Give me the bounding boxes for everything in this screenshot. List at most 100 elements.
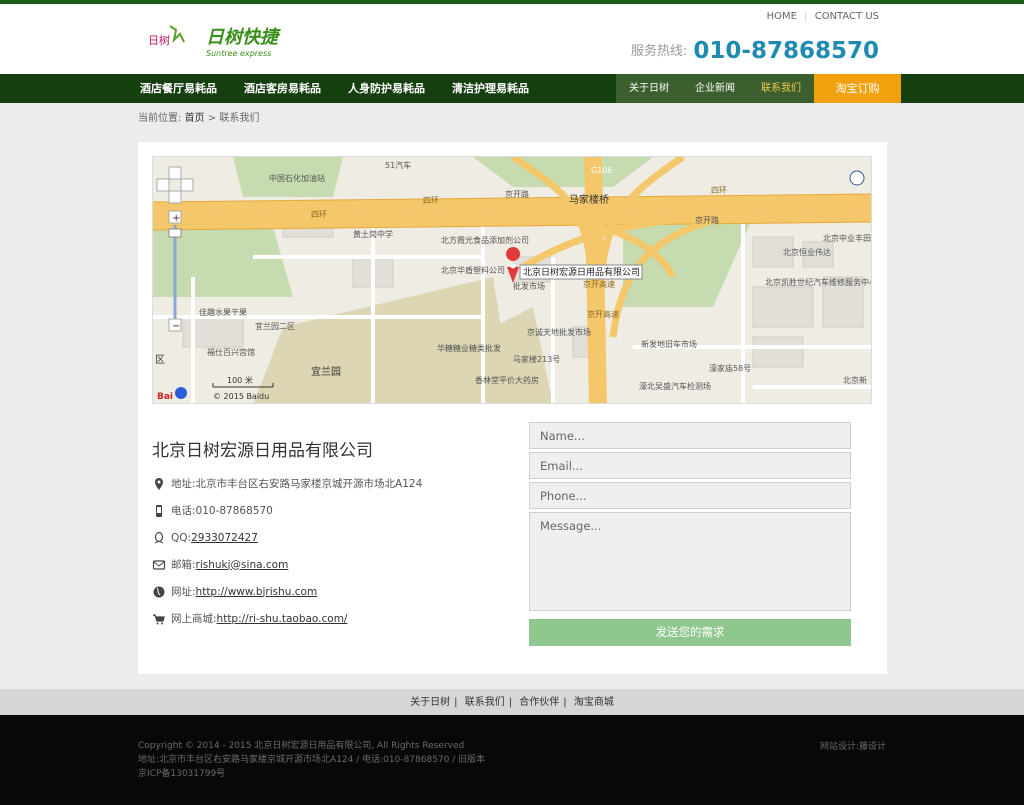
svg-text:+: + (172, 213, 180, 224)
qq-link[interactable]: 2933072427 (191, 532, 258, 544)
map-label: 佳趣水果干果 (199, 307, 247, 317)
phone-row: 电话:010-87868570 (152, 497, 512, 524)
map-label: 四环 (423, 196, 439, 205)
map-marker-label: 北京日树宏源日用品有限公司 (523, 266, 640, 278)
header: 日树 日树快捷 Suntree express HOME | CONTACT U… (0, 4, 1024, 74)
phone-text: 电话:010-87868570 (171, 505, 273, 517)
footer-link-about[interactable]: 关于日树 (410, 697, 450, 708)
top-link-contact[interactable]: CONTACT US (815, 11, 879, 22)
email-field[interactable]: Email... (529, 452, 851, 479)
map-label: 马家楼桥 (569, 193, 609, 206)
location-map[interactable]: 中国石化加油站 51汽车 G106 四环 马家楼桥 京开路 四环 四环 黄土岗中… (152, 156, 872, 404)
nav-item-restaurant[interactable]: 酒店餐厅易耗品 (140, 74, 217, 103)
map-label: 四环 (711, 186, 727, 195)
name-field[interactable]: Name... (529, 422, 851, 449)
logo[interactable]: 日树 日树快捷 Suntree express (138, 20, 308, 60)
map-copyright: © 2015 Baidu (213, 392, 269, 401)
map-label: 北京华盾塑料公司 (441, 265, 505, 275)
content-panel: 中国石化加油站 51汽车 G106 四环 马家楼桥 京开路 四环 四环 黄土岗中… (138, 142, 887, 674)
submit-button[interactable]: 发送您的需求 (529, 619, 851, 646)
address-row: 地址:北京市丰台区右安路马家楼京城开源市场北A124 (152, 470, 512, 497)
footer-info: Copyright © 2014 - 2015 北京日树宏源日用品有限公司, A… (138, 739, 485, 781)
map-label: 中国石化加油站 (269, 173, 325, 183)
footer-nav: 关于日树 | 联系我们 | 合作伙伴 | 淘宝商城 (0, 689, 1024, 715)
breadcrumb-current: 联系我们 (219, 113, 260, 124)
map-label: 京开路 (695, 215, 719, 225)
map-label: 福仕百兴宫馆 (207, 347, 255, 357)
phone-icon (152, 504, 166, 518)
map-label: G106 (591, 166, 612, 175)
category-nav: 酒店餐厅易耗品 酒店客房易耗品 人身防护易耗品 清洁护理易耗品 (140, 74, 556, 103)
nav-item-protection[interactable]: 人身防护易耗品 (348, 74, 425, 103)
map-label: 马家楼213号 (513, 354, 560, 364)
divider: | (454, 697, 458, 708)
email-link[interactable]: rishukj@sina.com (196, 559, 289, 571)
footer-design-credit[interactable]: 网站设计:藤设计 (820, 739, 886, 752)
nav-item-taobao[interactable]: 淘宝订购 (814, 74, 901, 103)
email-row: 邮箱: rishukj@sina.com (152, 551, 512, 578)
map-label: 新发地旧车市场 (641, 339, 697, 349)
shop-link[interactable]: http://ri-shu.taobao.com/ (217, 613, 348, 625)
map-label: 区 (155, 354, 165, 366)
map-label: 黄土岗中学 (353, 229, 393, 239)
logo-en: Suntree express (206, 49, 271, 58)
svg-text:−: − (172, 321, 180, 332)
main-nav: 酒店餐厅易耗品 酒店客房易耗品 人身防护易耗品 清洁护理易耗品 关于日树 企业新… (0, 74, 1024, 103)
map-label: 四环 (311, 210, 327, 219)
qq-label: QQ: (171, 531, 192, 544)
website-row: 网址: http://www.bjrishu.com (152, 578, 512, 605)
hotline: 服务热线: 010-87868570 (631, 38, 879, 64)
map-label: 北京恒业伟达 (783, 247, 831, 257)
map-label: 北京中业丰田 (823, 233, 871, 243)
map-label: 宜兰园二区 (255, 321, 295, 331)
baidu-logo: Bai (157, 392, 173, 402)
website-label: 网址: (171, 586, 196, 598)
contact-form: Name... Email... Phone... Message... 发送您… (529, 422, 851, 646)
shop-label: 网上商城: (171, 613, 217, 625)
address-text: 地址:北京市丰台区右安路马家楼京城开源市场北A124 (171, 478, 423, 490)
footer-copyright: Copyright © 2014 - 2015 北京日树宏源日用品有限公司, A… (138, 741, 465, 751)
breadcrumb-home[interactable]: 首页 (185, 113, 205, 124)
footer-icp[interactable]: 京ICP备13031799号 (138, 767, 485, 781)
map-label: 北京新 (843, 375, 867, 385)
breadcrumb-prefix: 当前位置: (138, 113, 182, 124)
map-label: 51汽车 (385, 160, 411, 170)
map-label: 批发市场 (513, 281, 545, 291)
map-label: 宜兰园 (311, 365, 341, 378)
contact-info: 地址:北京市丰台区右安路马家楼京城开源市场北A124 电话:010-878685… (152, 470, 512, 632)
footer-link-contact[interactable]: 联系我们 (465, 697, 505, 708)
logo-mark: 日树 (148, 33, 170, 47)
nav-item-news[interactable]: 企业新闻 (682, 74, 748, 103)
divider: | (508, 697, 513, 708)
footer-link-taobao[interactable]: 淘宝商城 (574, 697, 614, 708)
company-name: 北京日树宏源日用品有限公司 (152, 441, 373, 461)
nav-item-about[interactable]: 关于日树 (616, 74, 682, 103)
divider: | (804, 11, 808, 22)
nav-item-room[interactable]: 酒店客房易耗品 (244, 74, 321, 103)
email-label: 邮箱: (171, 559, 196, 571)
top-link-home[interactable]: HOME (767, 11, 797, 22)
map-label: 濠北吴盛汽车检测场 (639, 381, 711, 391)
baidu-paw-icon (175, 387, 187, 399)
map-scale: 100 米 (227, 375, 253, 385)
map-label: 濠家庙58号 (709, 363, 751, 373)
breadcrumb: 当前位置: 首页 > 联系我们 (0, 103, 1024, 133)
breadcrumb-sep: > (207, 113, 217, 124)
map-label: 华糖糖业糖类批发 (437, 343, 501, 353)
map-label: 北方霞光食品添加剂公司 (441, 235, 529, 245)
hotline-number: 010-87868570 (693, 38, 879, 64)
nav-item-contact[interactable]: 联系我们 (748, 74, 814, 103)
map-label: 京开高速 (583, 279, 615, 289)
footer-link-partners[interactable]: 合作伙伴 (519, 697, 559, 708)
website-link[interactable]: http://www.bjrishu.com (196, 586, 318, 598)
mail-icon (152, 558, 166, 572)
map-label: 京开高速 (587, 309, 619, 319)
transit-icon[interactable] (849, 170, 865, 186)
phone-field[interactable]: Phone... (529, 482, 851, 509)
map-label: 香林堂平价大药房 (475, 375, 539, 385)
globe-icon (152, 585, 166, 599)
nav-item-cleaning[interactable]: 清洁护理易耗品 (452, 74, 529, 103)
map-label: 京开路 (505, 189, 529, 199)
message-field[interactable]: Message... (529, 512, 851, 611)
logo-cn: 日树快捷 (206, 27, 281, 48)
